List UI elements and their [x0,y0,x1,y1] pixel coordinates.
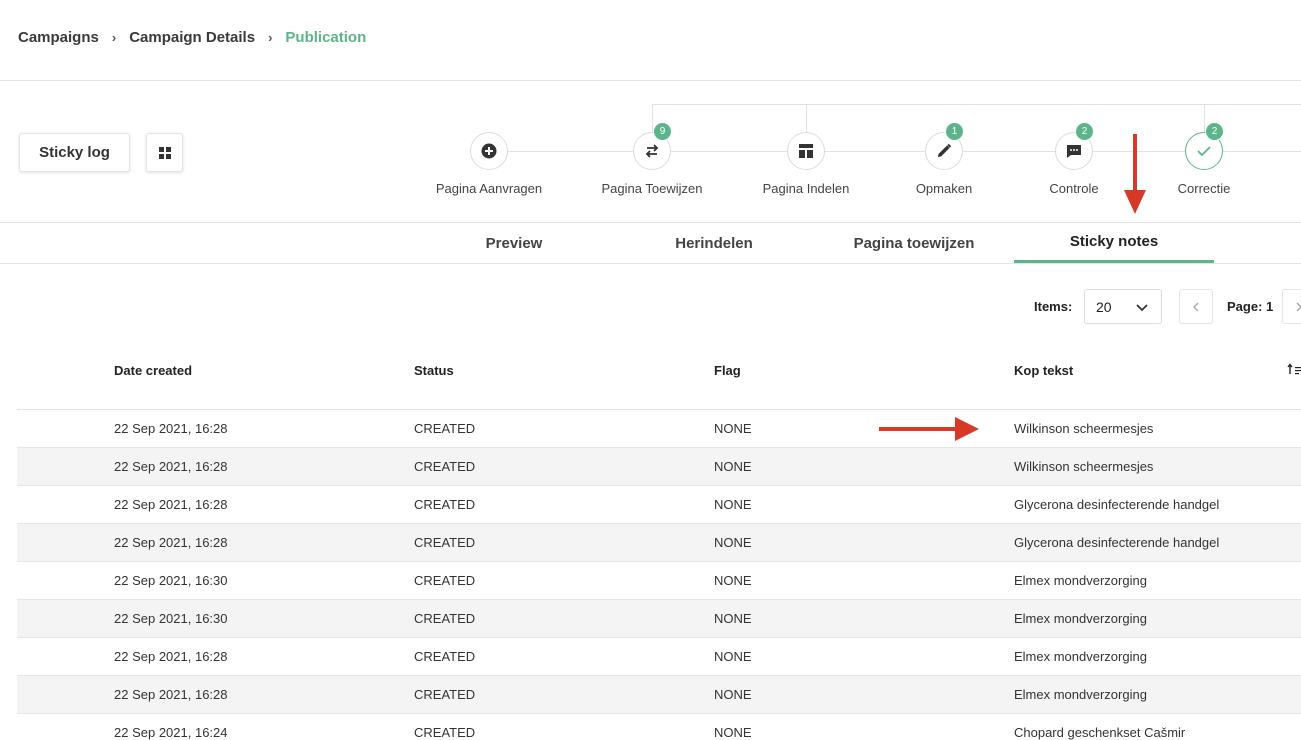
step-label: Pagina Aanvragen [435,181,543,196]
cell-kop-tekst: Elmex mondverzorging [1014,649,1147,664]
workflow-step-pagina-toewijzen[interactable]: 9 Pagina Toewijzen [572,122,732,196]
table-row[interactable]: 22 Sep 2021, 16:28 CREATED NONE Glyceron… [17,524,1301,562]
cell-date-created: 22 Sep 2021, 16:28 [114,421,228,436]
cell-date-created: 22 Sep 2021, 16:28 [114,687,228,702]
step-circle[interactable]: 9 [633,122,672,170]
cell-kop-tekst: Elmex mondverzorging [1014,687,1147,702]
chevron-down-icon [1136,304,1148,312]
table-row[interactable]: 22 Sep 2021, 16:24 CREATED NONE Chopard … [17,714,1301,740]
cell-date-created: 22 Sep 2021, 16:28 [114,535,228,550]
step-badge: 1 [945,122,964,141]
table-row[interactable]: 22 Sep 2021, 16:28 CREATED NONE Elmex mo… [17,676,1301,714]
sticky-log-button[interactable]: Sticky log [19,133,130,172]
step-label: Correctie [1177,181,1231,196]
tab-sticky-notes[interactable]: Sticky notes [1014,223,1214,263]
cell-kop-tekst: Elmex mondverzorging [1014,573,1147,588]
items-per-page-value: 20 [1096,298,1112,315]
step-badge: 2 [1075,122,1094,141]
cell-date-created: 22 Sep 2021, 16:28 [114,497,228,512]
breadcrumb-publication: Publication [285,28,367,46]
breadcrumb-campaigns[interactable]: Campaigns [18,29,99,46]
grid-view-button[interactable] [146,133,183,172]
annotation-arrow-right-icon [879,417,979,441]
cell-kop-tekst: Glycerona desinfecterende handgel [1014,497,1220,512]
table-row[interactable]: 22 Sep 2021, 16:30 CREATED NONE Elmex mo… [17,600,1301,638]
cell-flag: NONE [714,611,752,626]
next-page-button[interactable] [1282,289,1301,324]
cell-date-created: 22 Sep 2021, 16:30 [114,611,228,626]
step-circle[interactable] [787,132,825,170]
step-label: Pagina Indelen [762,181,850,196]
cell-status: CREATED [414,649,476,664]
column-header-flag[interactable]: Flag [714,363,741,378]
items-label: Items: [1034,299,1073,314]
cell-flag: NONE [714,649,752,664]
cell-flag: NONE [714,687,752,702]
table-row[interactable]: 22 Sep 2021, 16:30 CREATED NONE Elmex mo… [17,562,1301,600]
step-circle[interactable]: 1 [925,122,964,170]
cell-kop-tekst: Elmex mondverzorging [1014,611,1147,626]
workflow-step-pagina-indelen[interactable]: Pagina Indelen [726,132,886,196]
column-header-kop-tekst[interactable]: Kop tekst [1014,363,1073,378]
step-badge: 2 [1205,122,1224,141]
cell-date-created: 22 Sep 2021, 16:28 [114,459,228,474]
layout-icon [799,144,813,158]
tab-pagina-toewijzen[interactable]: Pagina toewijzen [814,223,1014,263]
swap-arrows-icon [645,144,659,158]
breadcrumb-campaign-details[interactable]: Campaign Details [129,29,255,46]
table-row[interactable]: 22 Sep 2021, 16:28 CREATED NONE Wilkinso… [17,448,1301,486]
chevron-left-icon [1193,302,1199,311]
tabs-divider [0,263,1301,264]
cell-date-created: 22 Sep 2021, 16:30 [114,573,228,588]
cell-status: CREATED [414,459,476,474]
cell-flag: NONE [714,421,752,436]
column-header-date-created[interactable]: Date created [114,363,192,378]
checkmark-icon [1197,146,1211,157]
tab-herindelen[interactable]: Herindelen [614,223,814,263]
cell-flag: NONE [714,535,752,550]
previous-page-button[interactable] [1179,289,1213,324]
step-circle[interactable]: 2 [1185,122,1224,170]
column-header-status[interactable]: Status [414,363,454,378]
tab-preview[interactable]: Preview [414,223,614,263]
sort-icon[interactable] [1287,363,1301,375]
cell-kop-tekst: Wilkinson scheermesjes [1014,459,1154,474]
breadcrumb-separator: › [111,29,117,45]
cell-flag: NONE [714,459,752,474]
annotation-arrow-down-icon [1124,134,1146,214]
header-divider [0,80,1301,81]
cell-flag: NONE [714,573,752,588]
step-badge: 9 [653,122,672,141]
cell-status: CREATED [414,535,476,550]
cell-status: CREATED [414,497,476,512]
cell-kop-tekst: Glycerona desinfecterende handgel [1014,535,1220,550]
cell-status: CREATED [414,687,476,702]
cell-flag: NONE [714,497,752,512]
table-row[interactable]: 22 Sep 2021, 16:28 CREATED NONE Elmex mo… [17,638,1301,676]
workflow-step-pagina-aanvragen[interactable]: Pagina Aanvragen [409,132,569,196]
table-row[interactable]: 22 Sep 2021, 16:28 CREATED NONE Wilkinso… [17,410,1301,448]
step-circle[interactable] [470,132,508,170]
cell-kop-tekst: Wilkinson scheermesjes [1014,421,1154,436]
breadcrumb: Campaigns › Campaign Details › Publicati… [18,26,366,48]
step-label: Pagina Toewijzen [601,181,703,196]
step-circle[interactable]: 2 [1055,122,1094,170]
page-number: Page: 1 [1227,299,1274,314]
cell-status: CREATED [414,611,476,626]
breadcrumb-separator: › [268,29,273,45]
table-row[interactable]: 22 Sep 2021, 16:28 CREATED NONE Glyceron… [17,486,1301,524]
chat-bubble-icon [1067,145,1081,158]
add-circle-icon [481,143,497,159]
pencil-icon [938,143,952,157]
grid-view-icon [158,146,171,159]
cell-date-created: 22 Sep 2021, 16:28 [114,649,228,664]
cell-status: CREATED [414,421,476,436]
items-per-page-select[interactable]: 20 [1084,289,1162,324]
workflow-step-correctie[interactable]: 2 Correctie [1124,122,1284,196]
cell-status: CREATED [414,573,476,588]
chevron-right-icon [1296,302,1301,311]
